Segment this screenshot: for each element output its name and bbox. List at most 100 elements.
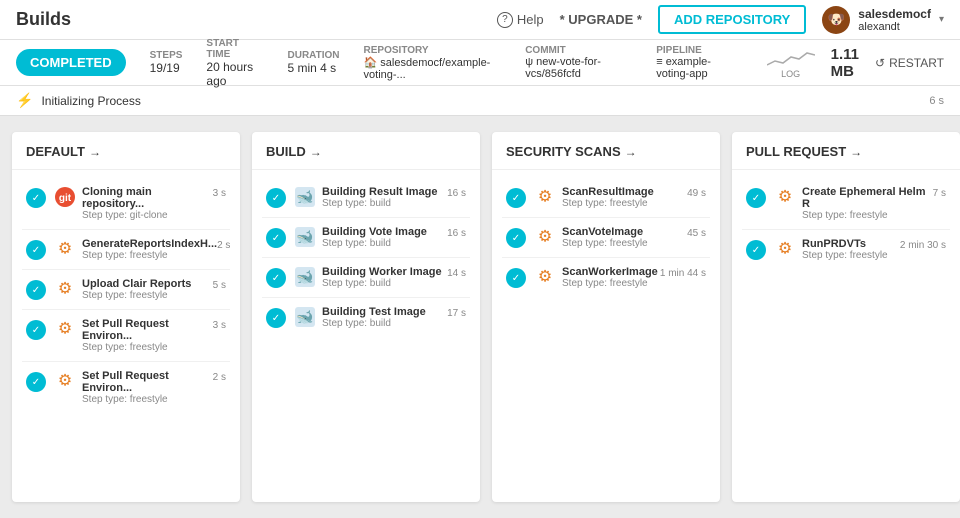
add-repository-button[interactable]: ADD REPOSITORY: [658, 5, 806, 34]
step-check-icon: ✓: [266, 308, 286, 328]
user-menu[interactable]: 🐶 salesdemocf alexandt ▾: [822, 6, 944, 34]
process-duration: 6 s: [929, 95, 944, 107]
stage-body-security_scans: ✓ ⚙ ScanResultImage Step type: freestyle…: [492, 170, 720, 502]
step-duration: 2 min 30 s: [900, 238, 946, 251]
step-info: GenerateReportsIndexH... Step type: free…: [82, 238, 217, 261]
stage-pull_request: PULL REQUEST → ✓ ⚙ Create Ephemeral Helm…: [732, 132, 960, 502]
stage-title-security_scans: SECURITY SCANS: [506, 144, 621, 159]
step-type-label: Step type: build: [322, 318, 447, 329]
step-duration: 2 s: [213, 370, 226, 383]
step-type-icon: ⚙: [54, 318, 76, 340]
step-check-icon: ✓: [506, 268, 526, 288]
process-name: Initializing Process: [41, 94, 140, 108]
step-type-label: Step type: build: [322, 278, 447, 289]
step-duration: 7 s: [933, 186, 946, 199]
repository-info: REPOSITORY 🏠 salesdemocf/example-voting-…: [364, 45, 502, 81]
user-info: salesdemocf alexandt: [858, 7, 931, 33]
step-type-icon: ⚙: [54, 278, 76, 300]
step-duration: 5 s: [213, 278, 226, 291]
start-time-label: START TIME: [206, 38, 263, 60]
step-info: Upload Clair Reports Step type: freestyl…: [82, 278, 213, 301]
step-info: ScanWorkerImage Step type: freestyle: [562, 266, 660, 289]
step-item[interactable]: ✓ 🐋 Building Vote Image Step type: build…: [262, 218, 470, 258]
step-item[interactable]: ✓ 🐋 Building Result Image Step type: bui…: [262, 178, 470, 218]
step-info: Building Vote Image Step type: build: [322, 226, 447, 249]
upgrade-button[interactable]: * UPGRADE *: [560, 12, 642, 27]
restart-button[interactable]: ↺ RESTART: [875, 56, 944, 70]
svg-text:🐋: 🐋: [296, 309, 313, 325]
status-badge: COMPLETED: [16, 49, 126, 76]
step-name: Set Pull Request Environ...: [82, 318, 213, 342]
step-check-icon: ✓: [746, 188, 766, 208]
start-time-value: 20 hours ago: [206, 60, 263, 88]
stage-security_scans: SECURITY SCANS → ✓ ⚙ ScanResultImage Ste…: [492, 132, 720, 502]
step-item[interactable]: ✓ ⚙ Set Pull Request Environ... Step typ…: [22, 362, 230, 413]
step-check-icon: ✓: [26, 188, 46, 208]
step-name: ScanWorkerImage: [562, 266, 660, 278]
step-check-icon: ✓: [506, 228, 526, 248]
step-item[interactable]: ✓ ⚙ GenerateReportsIndexH... Step type: …: [22, 230, 230, 270]
step-type-icon: ⚙: [534, 266, 556, 288]
stage-body-pull_request: ✓ ⚙ Create Ephemeral Helm R Step type: f…: [732, 170, 960, 502]
step-info: Create Ephemeral Helm R Step type: frees…: [802, 186, 933, 221]
step-name: Building Vote Image: [322, 226, 447, 238]
step-name: Upload Clair Reports: [82, 278, 213, 290]
step-item[interactable]: ✓ ⚙ ScanWorkerImage Step type: freestyle…: [502, 258, 710, 297]
steps-label: STEPS: [150, 50, 183, 61]
step-item[interactable]: ✓ ⚙ Create Ephemeral Helm R Step type: f…: [742, 178, 950, 230]
step-name: Building Worker Image: [322, 266, 447, 278]
step-info: ScanVoteImage Step type: freestyle: [562, 226, 687, 249]
svg-text:⚙: ⚙: [538, 269, 552, 286]
step-name: ScanVoteImage: [562, 226, 687, 238]
step-type-icon: ⚙: [54, 238, 76, 260]
svg-text:⚙: ⚙: [538, 229, 552, 246]
svg-text:⚙: ⚙: [778, 241, 792, 258]
step-duration: 3 s: [213, 186, 226, 199]
step-duration: 3 s: [213, 318, 226, 331]
pipeline-icon: ≡: [656, 56, 665, 68]
step-name: GenerateReportsIndexH...: [82, 238, 217, 250]
svg-text:🐋: 🐋: [296, 229, 313, 245]
log-area: LOG: [767, 47, 815, 79]
step-type-icon: 🐋: [294, 306, 316, 328]
size-info: 1.11 MB: [831, 46, 859, 80]
duration-info: DURATION 5 min 4 s: [288, 50, 340, 75]
step-item[interactable]: ✓ 🐋 Building Worker Image Step type: bui…: [262, 258, 470, 298]
log-label: LOG: [781, 69, 800, 79]
step-type-label: Step type: freestyle: [802, 250, 900, 261]
restart-label: RESTART: [889, 56, 944, 70]
step-type-label: Step type: git-clone: [82, 210, 213, 221]
step-type-icon: ⚙: [774, 238, 796, 260]
svg-text:git: git: [59, 193, 72, 204]
step-item[interactable]: ✓ ⚙ RunPRDVTs Step type: freestyle 2 min…: [742, 230, 950, 269]
step-type-label: Step type: build: [322, 198, 447, 209]
step-duration: 17 s: [447, 306, 466, 319]
step-item[interactable]: ✓ 🐋 Building Test Image Step type: build…: [262, 298, 470, 337]
step-name: Cloning main repository...: [82, 186, 213, 210]
help-label: Help: [517, 12, 544, 27]
svg-text:🐋: 🐋: [296, 189, 313, 205]
step-item[interactable]: ✓ ⚙ Set Pull Request Environ... Step typ…: [22, 310, 230, 362]
status-right: LOG 1.11 MB ↺ RESTART: [767, 46, 944, 80]
step-check-icon: ✓: [26, 320, 46, 340]
svg-text:⚙: ⚙: [58, 321, 72, 338]
commit-value: ψ new-vote-for-vcs/856fcfd: [525, 56, 632, 80]
step-item[interactable]: ✓ ⚙ ScanVoteImage Step type: freestyle 4…: [502, 218, 710, 258]
commit-label: COMMIT: [525, 45, 632, 56]
step-type-icon: ⚙: [774, 186, 796, 208]
step-item[interactable]: ✓ ⚙ ScanResultImage Step type: freestyle…: [502, 178, 710, 218]
help-button[interactable]: ? Help: [497, 12, 544, 28]
lightning-icon: ⚡: [16, 92, 33, 109]
step-type-label: Step type: build: [322, 238, 447, 249]
step-item[interactable]: ✓ git Cloning main repository... Step ty…: [22, 178, 230, 230]
duration-value: 5 min 4 s: [288, 61, 340, 75]
stage-title-pull_request: PULL REQUEST: [746, 144, 846, 159]
arrow-right-icon: →: [310, 145, 322, 159]
stage-header-security_scans: SECURITY SCANS →: [492, 132, 720, 170]
svg-text:⚙: ⚙: [538, 189, 552, 206]
svg-text:⚙: ⚙: [58, 281, 72, 298]
step-name: Building Result Image: [322, 186, 447, 198]
step-info: Set Pull Request Environ... Step type: f…: [82, 318, 213, 353]
step-item[interactable]: ✓ ⚙ Upload Clair Reports Step type: free…: [22, 270, 230, 310]
restart-icon: ↺: [875, 56, 885, 70]
